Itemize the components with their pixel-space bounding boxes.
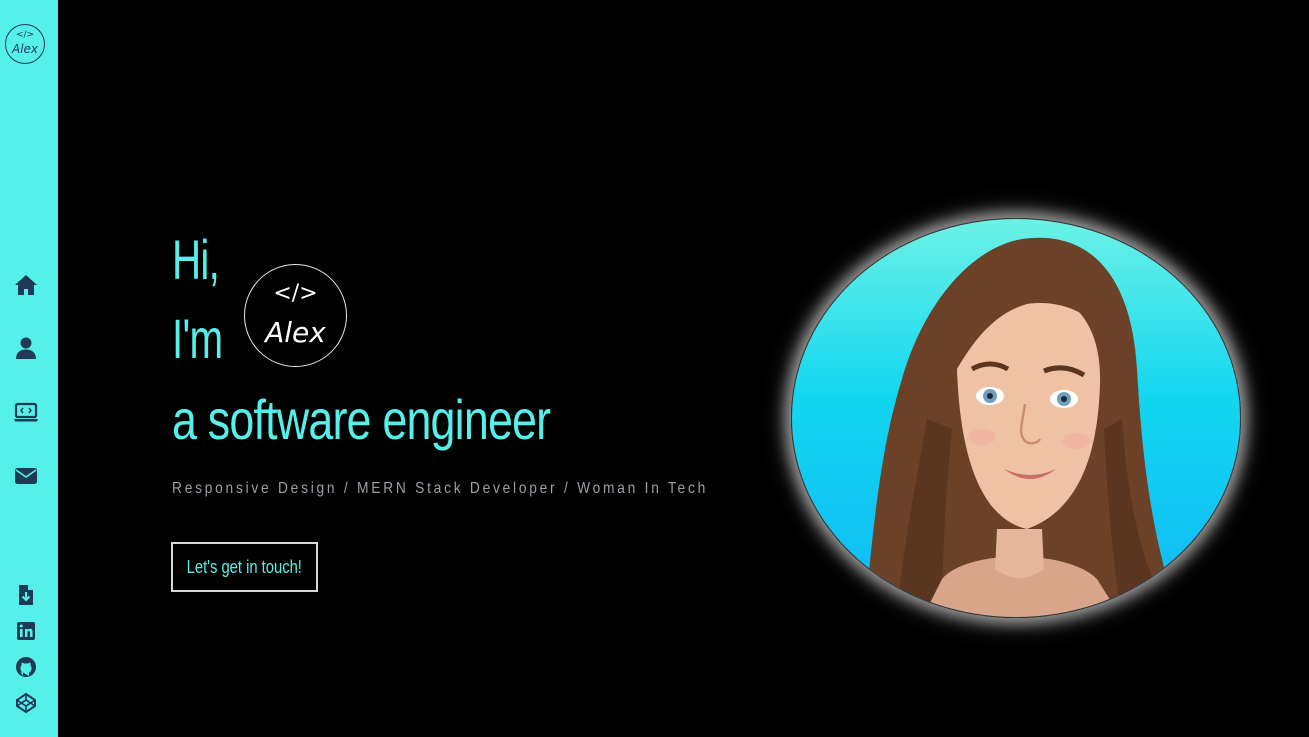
hero-section: Hi, I'm </> Alex a software engineer Res… — [58, 0, 1309, 737]
get-in-touch-button[interactable]: Let's get in touch! — [171, 542, 318, 592]
hero-intro: I'm — [172, 307, 223, 370]
nav-home-icon[interactable] — [13, 272, 39, 298]
brand-logo[interactable]: </> Alex — [5, 24, 45, 64]
hero-brand-logo: </> Alex — [244, 264, 347, 367]
avatar-illustration — [864, 237, 1179, 617]
hero-tagline: Responsive Design / MERN Stack Developer… — [172, 480, 708, 497]
avatar — [791, 218, 1241, 618]
sidebar: </> Alex — [0, 0, 58, 737]
linkedin-icon[interactable] — [15, 620, 37, 642]
brand-name: Alex — [11, 42, 39, 56]
hero-greeting: Hi, — [172, 228, 220, 291]
nav-projects-icon[interactable] — [13, 399, 39, 425]
nav-contact-icon[interactable] — [13, 463, 39, 489]
codepen-icon[interactable] — [15, 692, 37, 714]
code-brackets-glyph: </> — [15, 30, 35, 40]
hero-role: a software engineer — [172, 388, 551, 451]
hero-brand-name: Alex — [265, 316, 326, 349]
resume-download-icon[interactable] — [15, 584, 37, 606]
code-brackets-glyph: </> — [273, 281, 318, 306]
nav-about-icon[interactable] — [13, 335, 39, 361]
github-icon[interactable] — [15, 656, 37, 678]
get-in-touch-label: Let's get in touch! — [186, 557, 303, 577]
